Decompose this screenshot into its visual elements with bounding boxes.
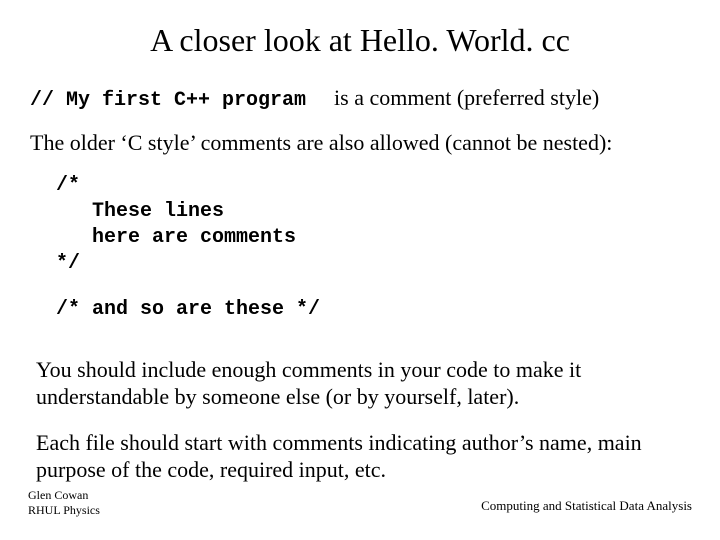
footer-right: Computing and Statistical Data Analysis — [481, 498, 692, 514]
c-style-intro: The older ‘C style’ comments are also al… — [30, 129, 690, 157]
comment-example-line: // My first C++ program is a comment (pre… — [30, 84, 690, 113]
code-block-multiline-comment: /* These lines here are comments */ — [56, 173, 690, 277]
inline-explanation: is a comment (preferred style) — [334, 85, 599, 110]
footer-left: Glen Cowan RHUL Physics — [28, 488, 100, 518]
slide-title: A closer look at Hello. World. cc — [0, 22, 720, 59]
inline-code-cpp-comment: // My first C++ program — [30, 89, 306, 112]
paragraph-advice-1: You should include enough comments in yo… — [36, 356, 680, 411]
slide: A closer look at Hello. World. cc // My … — [0, 0, 720, 540]
slide-body: // My first C++ program is a comment (pre… — [30, 78, 690, 484]
footer-affiliation: RHUL Physics — [28, 503, 100, 518]
footer-author: Glen Cowan — [28, 488, 100, 503]
code-block-single-line-comment: /* and so are these */ — [56, 297, 690, 322]
paragraph-advice-2: Each file should start with comments ind… — [36, 429, 680, 484]
